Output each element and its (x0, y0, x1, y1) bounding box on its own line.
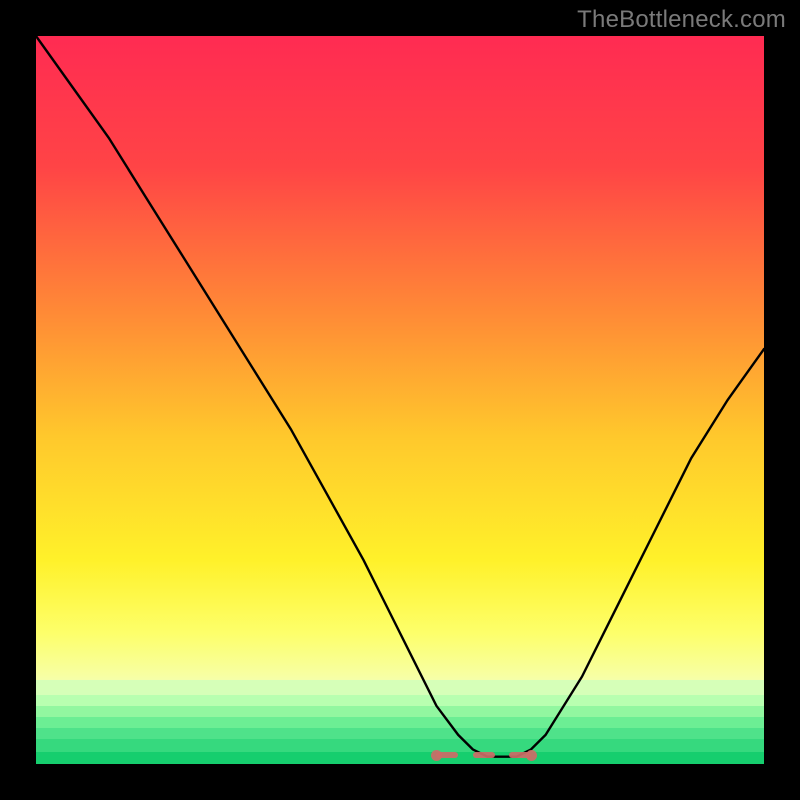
optimal-zone-dot (431, 750, 442, 761)
watermark-text: TheBottleneck.com (577, 6, 786, 34)
optimal-zone-segment (473, 752, 495, 758)
optimal-zone-dot (526, 750, 537, 761)
plot-area (36, 36, 764, 764)
chart-frame: TheBottleneck.com (0, 0, 800, 800)
bottleneck-curve (36, 36, 764, 764)
